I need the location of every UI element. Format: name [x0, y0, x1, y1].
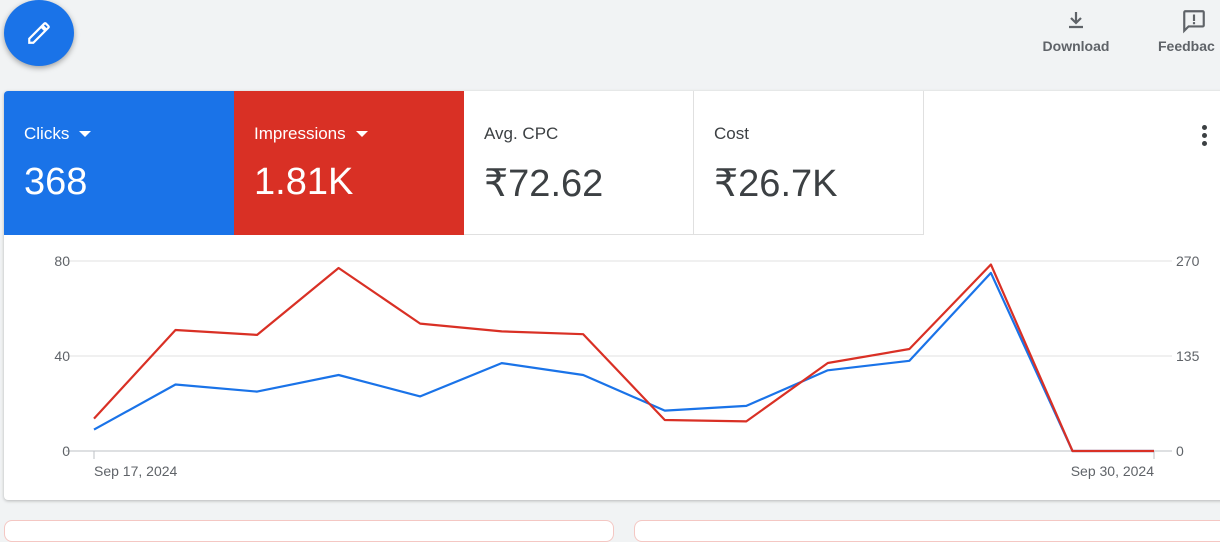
performance-card: Clicks 368 Impressions 1.81K Avg. CPC ₹7… [4, 91, 1220, 500]
download-icon [1069, 12, 1083, 29]
feedback-button[interactable]: Feedbac [1158, 8, 1220, 54]
right-axis-tick-label: 135 [1176, 348, 1200, 364]
left-axis-tick-label: 40 [54, 348, 70, 364]
bottom-card-right [634, 520, 1220, 542]
feedback-label: Feedbac [1158, 38, 1215, 54]
feedback-icon [1183, 10, 1205, 34]
x-axis-tick-label: Sep 17, 2024 [94, 463, 178, 479]
bottom-card-left [4, 520, 614, 542]
series-line-impressions [93, 263, 1154, 453]
left-axis-tick-label: 80 [54, 253, 70, 269]
line-chart: 80 40 0 270 135 0 Sep 17, 2024 Sep 30, 2024 [54, 253, 1200, 479]
left-axis-tick-label: 0 [62, 443, 70, 459]
right-axis-tick-label: 0 [1176, 443, 1184, 459]
right-axis-tick-label: 270 [1176, 253, 1200, 269]
series-line-clicks [93, 271, 1154, 453]
download-label: Download [1042, 38, 1110, 54]
download-button[interactable]: Download [1038, 8, 1114, 54]
edit-fab-button[interactable] [4, 0, 74, 66]
x-axis-tick-label: Sep 30, 2024 [1071, 463, 1155, 479]
pencil-icon [28, 22, 50, 44]
